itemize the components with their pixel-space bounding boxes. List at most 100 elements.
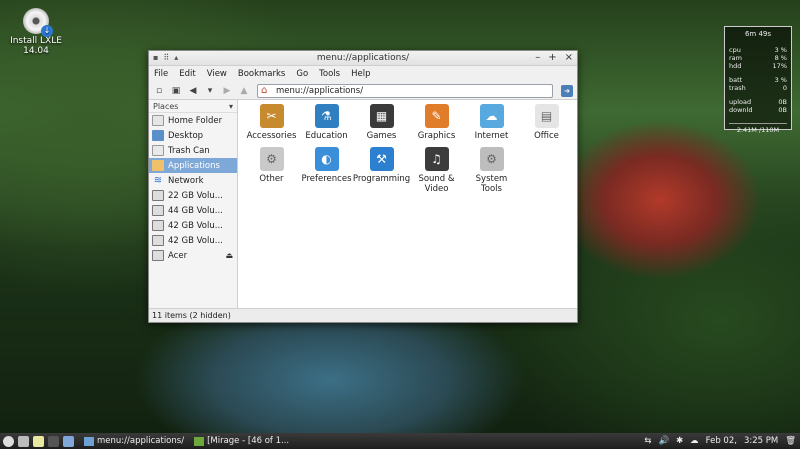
app-category-label: Preferences (301, 174, 352, 184)
show-desktop-icon[interactable] (63, 435, 74, 447)
menubar: File Edit View Bookmarks Go Tools Help (149, 66, 577, 82)
sidebar-item-label: Trash Can (168, 145, 210, 156)
sidebar-item-label: Acer (168, 250, 188, 261)
file-manager-launcher-icon[interactable] (18, 435, 29, 447)
taskbar: menu://applications/ [Mirage - [46 of 1..… (0, 433, 800, 449)
menu-bookmarks[interactable]: Bookmarks (238, 69, 286, 79)
app-category[interactable]: ⚙ Other (244, 147, 299, 194)
monitor-value: 17% (772, 62, 787, 70)
monitor-label: hdd (729, 62, 742, 70)
maximize-button[interactable]: + (548, 52, 556, 63)
window-title: menu://applications/ (316, 53, 410, 63)
sidebar-item[interactable]: 44 GB Volu... (149, 203, 237, 218)
monitor-label: downld (729, 106, 753, 114)
monitor-label: cpu (729, 46, 741, 54)
monitor-value: 0B (778, 106, 787, 114)
weather-icon[interactable]: ☁ (690, 436, 699, 446)
new-tab-icon[interactable]: ▫ (153, 85, 165, 97)
sidebar-item-label: Network (168, 175, 204, 186)
go-button[interactable]: ➜ (561, 84, 573, 97)
app-category[interactable]: ⚙ System Tools (464, 147, 519, 194)
home-icon: ⌂ (261, 84, 268, 96)
app-category[interactable]: ◐ Preferences (299, 147, 354, 194)
menu-view[interactable]: View (207, 69, 227, 79)
places-header[interactable]: Places ▾ (149, 100, 237, 113)
back-icon[interactable]: ◀ (187, 85, 199, 97)
sidebar-item-label: 42 GB Volu... (168, 220, 223, 231)
history-dropdown-icon[interactable]: ▾ (204, 85, 216, 97)
sidebar-item[interactable]: Home Folder (149, 113, 237, 128)
forward-icon[interactable]: ▶ (221, 85, 233, 97)
monitor-row: ram 8 % (729, 54, 787, 62)
monitor-value: 3 % (774, 46, 787, 54)
bluetooth-icon[interactable]: ✱ (676, 436, 683, 446)
sidebar-item[interactable]: Applications (149, 158, 237, 173)
taskbar-task[interactable]: menu://applications/ (84, 436, 184, 446)
app-category[interactable]: ⚗ Education (299, 104, 354, 141)
disc-icon: ↓ (23, 8, 53, 37)
app-category[interactable]: ☁ Internet (464, 104, 519, 141)
monitor-value: 8 % (774, 54, 787, 62)
app-category[interactable]: ♫ Sound & Video (409, 147, 464, 194)
menu-file[interactable]: File (154, 69, 168, 79)
volume-icon[interactable]: 🔊 (658, 436, 669, 446)
taskbar-task[interactable]: [Mirage - [46 of 1... (194, 436, 289, 446)
app-category-label: Internet (474, 131, 509, 141)
monitor-row: hdd 17% (729, 62, 787, 70)
text-editor-launcher-icon[interactable] (33, 435, 44, 447)
sidebar-item[interactable]: Trash Can (149, 143, 237, 158)
applications-view: ✂ Accessories ⚗ Education ▦ Games ✎ Graphics ☁ In… (238, 100, 577, 308)
menu-edit[interactable]: Edit (179, 69, 195, 79)
desktop-install-lxle[interactable]: ↓ Install LXLE 14.04 (6, 8, 66, 56)
sidebar-item[interactable]: Acer ⏏ (149, 248, 237, 263)
drive-icon (152, 220, 164, 231)
app-category-label: Graphics (417, 131, 456, 141)
network-tray-icon[interactable]: ⇆ (644, 436, 651, 446)
start-menu-icon[interactable] (3, 435, 14, 447)
app-category[interactable]: ▤ Office (519, 104, 574, 141)
uptime: 6m 49s (744, 30, 772, 38)
close-button[interactable]: × (565, 52, 573, 63)
app-category-label: System Tools (475, 174, 508, 194)
desktop-icon (152, 130, 164, 141)
eject-icon[interactable]: ⏏ (225, 251, 233, 260)
clock-date[interactable]: Feb 02, (706, 436, 737, 446)
monitor-row: cpu 3 % (729, 46, 787, 54)
menu-help[interactable]: Help (351, 69, 370, 79)
terminal-launcher-icon[interactable] (48, 435, 59, 447)
new-folder-icon[interactable]: ▣ (170, 85, 182, 97)
home-folder-icon (152, 115, 164, 126)
taskbar-task-label: menu://applications/ (97, 436, 185, 446)
sidebar-item[interactable]: Desktop (149, 128, 237, 143)
sidebar-item-label: 44 GB Volu... (168, 205, 223, 216)
app-category-label: Education (305, 131, 348, 141)
app-category-label: Sound & Video (418, 174, 455, 194)
sidebar-item[interactable]: ≋ Network (149, 173, 237, 188)
address-bar[interactable]: ⌂ menu://applications/ (257, 83, 553, 98)
drive-icon (152, 190, 164, 201)
memory-readout: 2.41M /110M (729, 123, 787, 134)
menu-go[interactable]: Go (296, 69, 308, 79)
clock-time[interactable]: 3:25 PM (744, 436, 778, 446)
monitor-value: 0B (778, 98, 787, 106)
menu-tools[interactable]: Tools (319, 69, 340, 79)
app-category[interactable]: ✂ Accessories (244, 104, 299, 141)
sidebar-item[interactable]: 42 GB Volu... (149, 233, 237, 248)
sidebar-item-label: 42 GB Volu... (168, 235, 223, 246)
education-icon: ⚗ (314, 104, 339, 128)
minimize-button[interactable]: – (535, 52, 540, 63)
app-category[interactable]: ▦ Games (354, 104, 409, 141)
accessories-icon: ✂ (259, 104, 284, 128)
chevron-down-icon: ▾ (228, 101, 233, 111)
sidebar-item-label: 22 GB Volu... (168, 190, 223, 201)
app-category-label: Office (534, 131, 559, 141)
app-category[interactable]: ✎ Graphics (409, 104, 464, 141)
monitor-row: trash 0 (729, 84, 787, 92)
titlebar[interactable]: ▪ ⠿ ▴ menu://applications/ – + × (149, 51, 577, 66)
sidebar-item[interactable]: 22 GB Volu... (149, 188, 237, 203)
up-icon[interactable]: ▲ (238, 85, 250, 97)
trash-tray-icon[interactable]: 🗑 (785, 436, 796, 446)
monitor-value: 3 % (774, 76, 787, 84)
app-category[interactable]: ⚒ Programming (353, 147, 410, 194)
sidebar-item[interactable]: 42 GB Volu... (149, 218, 237, 233)
